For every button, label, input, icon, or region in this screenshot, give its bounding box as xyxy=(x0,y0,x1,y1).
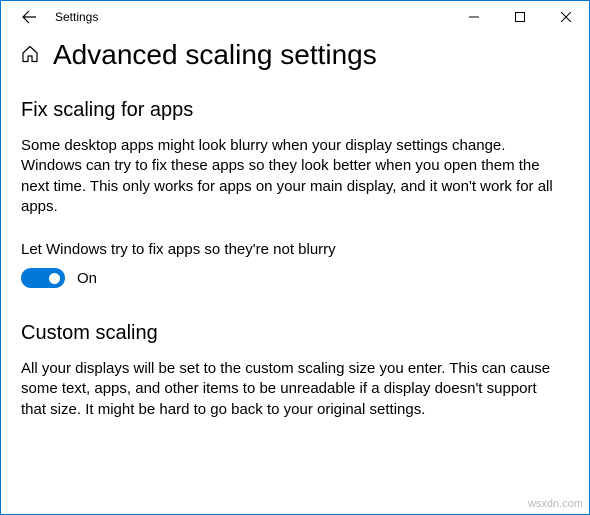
window-controls xyxy=(451,1,589,33)
toggle-knob xyxy=(49,273,60,284)
back-button[interactable] xyxy=(9,1,49,33)
arrow-left-icon xyxy=(21,9,37,25)
fix-scaling-toggle[interactable] xyxy=(21,268,65,288)
titlebar: Settings xyxy=(1,1,589,33)
window-title: Settings xyxy=(55,10,98,24)
toggle-row: On xyxy=(21,268,569,288)
maximize-icon xyxy=(515,12,525,22)
page-title: Advanced scaling settings xyxy=(53,39,377,71)
section-custom-scaling-title: Custom scaling xyxy=(21,322,569,345)
minimize-icon xyxy=(469,12,479,22)
toggle-state-text: On xyxy=(77,270,97,287)
content-area: Advanced scaling settings Fix scaling fo… xyxy=(1,33,589,464)
minimize-button[interactable] xyxy=(451,1,497,33)
section-fix-scaling-title: Fix scaling for apps xyxy=(21,99,569,122)
maximize-button[interactable] xyxy=(497,1,543,33)
home-icon[interactable] xyxy=(21,45,39,66)
close-icon xyxy=(561,12,571,22)
toggle-label: Let Windows try to fix apps so they're n… xyxy=(21,241,569,258)
watermark: wsxdn.com xyxy=(528,498,583,510)
section-custom-scaling-description: All your displays will be set to the cus… xyxy=(21,359,561,420)
section-fix-scaling-description: Some desktop apps might look blurry when… xyxy=(21,136,561,217)
close-button[interactable] xyxy=(543,1,589,33)
page-header: Advanced scaling settings xyxy=(21,39,569,71)
